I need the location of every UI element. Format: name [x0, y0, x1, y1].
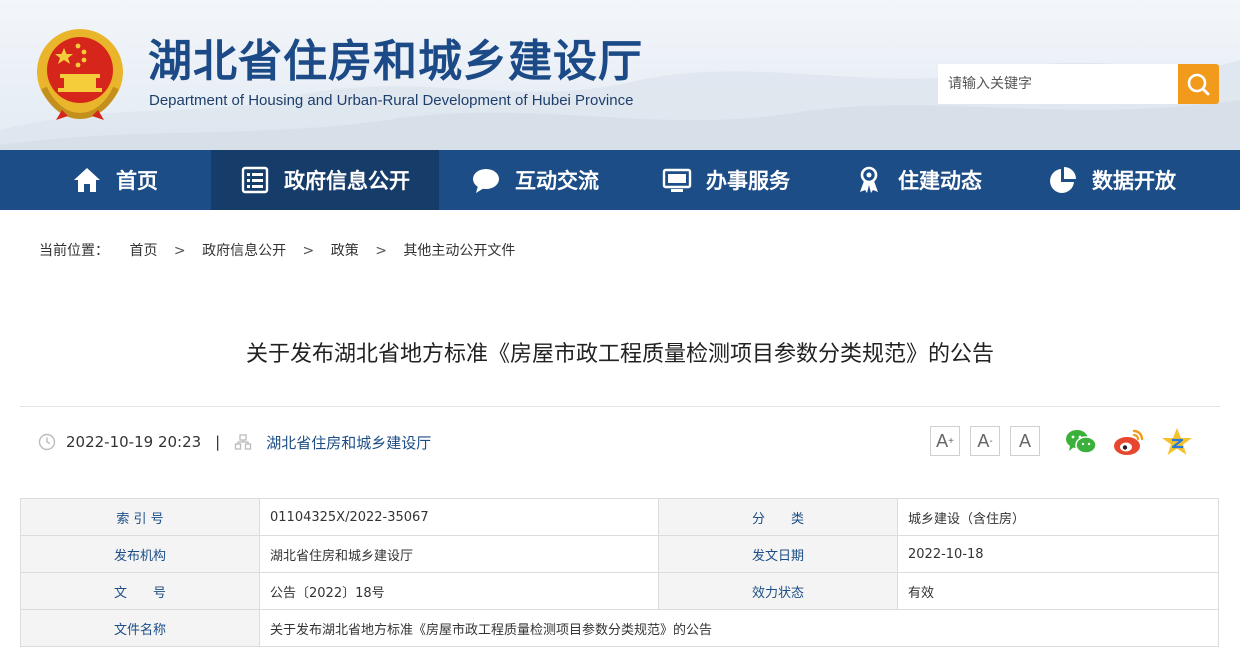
clock-icon [38, 433, 56, 451]
breadcrumb-prefix: 当前位置： [39, 243, 109, 259]
validity-value: 有效 [897, 572, 1219, 610]
pie-chart-icon [1048, 165, 1078, 195]
breadcrumb-separator: > [173, 243, 186, 259]
search-input[interactable] [938, 64, 1178, 104]
weibo-share-button[interactable] [1112, 426, 1144, 458]
main-nav: 首页 政府信息公开 互动交流 办事服务 住建动态 数据开放 [0, 150, 1240, 210]
nav-item-services[interactable]: 办事服务 [630, 150, 822, 210]
validity-label: 效力状态 [658, 572, 898, 610]
site-title: 湖北省住房和城乡建设厅 [148, 36, 643, 87]
file-name-label: 文件名称 [20, 609, 260, 647]
wechat-icon [1066, 430, 1097, 454]
monitor-icon [662, 165, 692, 195]
publisher-value: 湖北省住房和城乡建设厅 [259, 535, 659, 573]
organization-icon [235, 434, 252, 450]
national-emblem-icon [34, 26, 126, 122]
table-row: 文件名称 关于发布湖北省地方标准《房屋市政工程质量检测项目参数分类规范》的公告 [20, 609, 1219, 647]
nav-item-news[interactable]: 住建动态 [822, 150, 1014, 210]
article-title: 关于发布湖北省地方标准《房屋市政工程质量检测项目参数分类规范》的公告 [245, 342, 994, 367]
nav-item-interaction[interactable]: 互动交流 [440, 150, 630, 210]
nav-label: 首页 [116, 169, 158, 193]
index-number-label: 索 引 号 [20, 498, 260, 536]
issue-date-value: 2022-10-18 [897, 535, 1219, 573]
breadcrumb: 当前位置： 首页 > 政府信息公开 > 政策 > 其他主动公开文件 [39, 240, 515, 260]
document-list-icon [240, 165, 270, 195]
breadcrumb-item-other-files[interactable]: 其他主动公开文件 [403, 243, 515, 259]
wechat-share-button[interactable] [1064, 426, 1097, 458]
nav-label: 互动交流 [515, 169, 599, 193]
nav-label: 办事服务 [706, 169, 790, 193]
site-subtitle: Department of Housing and Urban-Rural De… [149, 92, 634, 109]
category-value: 城乡建设（含住房） [897, 498, 1219, 536]
breadcrumb-separator: > [302, 243, 315, 259]
table-row: 发布机构 湖北省住房和城乡建设厅 发文日期 2022-10-18 [20, 535, 1219, 573]
meta-divider: | [215, 433, 221, 451]
nav-label: 住建动态 [898, 169, 982, 193]
search-box [938, 64, 1219, 104]
font-increase-button[interactable]: A + [930, 426, 960, 456]
nav-item-open-data[interactable]: 数据开放 [1014, 150, 1210, 210]
nav-label: 政府信息公开 [284, 169, 410, 193]
category-label: 分 类 [658, 498, 898, 536]
index-number-value: 01104325X/2022-35067 [259, 498, 659, 536]
badge-icon [854, 165, 884, 195]
search-button[interactable] [1178, 64, 1219, 104]
site-header: 湖北省住房和城乡建设厅 Department of Housing and Ur… [0, 0, 1240, 150]
doc-number-value: 公告〔2022〕18号 [259, 572, 659, 610]
search-icon [1187, 73, 1210, 96]
font-decrease-label: A [977, 430, 990, 451]
publish-datetime: 2022-10-19 20:23 [66, 433, 202, 451]
nav-label: 数据开放 [1092, 169, 1176, 193]
breadcrumb-item-home[interactable]: 首页 [129, 243, 157, 259]
document-info-table: 索 引 号 01104325X/2022-35067 分 类 城乡建设（含住房）… [20, 498, 1219, 647]
title-divider [20, 406, 1220, 407]
doc-number-label: 文 号 [20, 572, 260, 610]
breadcrumb-item-policy[interactable]: 政策 [331, 243, 359, 259]
home-icon [72, 165, 102, 195]
font-increase-label: A [936, 430, 949, 451]
breadcrumb-separator: > [375, 243, 387, 259]
weibo-icon [1114, 429, 1144, 455]
article-meta: 2022-10-19 20:23 | 湖北省住房和城乡建设厅 [38, 430, 431, 454]
nav-item-gov-info[interactable]: 政府信息公开 [211, 150, 439, 210]
nav-item-home[interactable]: 首页 [20, 150, 210, 210]
font-decrease-button[interactable]: A- [970, 426, 1000, 456]
font-reset-label: A [1018, 430, 1031, 451]
table-row: 文 号 公告〔2022〕18号 效力状态 有效 [20, 572, 1219, 610]
qzone-share-button[interactable] [1161, 426, 1193, 458]
font-reset-button[interactable]: A [1010, 426, 1040, 456]
publisher-label: 发布机构 [20, 535, 260, 573]
qzone-icon [1162, 428, 1192, 455]
article-source[interactable]: 湖北省住房和城乡建设厅 [266, 432, 431, 453]
issue-date-label: 发文日期 [658, 535, 898, 573]
file-name-value: 关于发布湖北省地方标准《房屋市政工程质量检测项目参数分类规范》的公告 [259, 609, 1219, 647]
chat-bubble-icon [471, 165, 501, 195]
table-row: 索 引 号 01104325X/2022-35067 分 类 城乡建设（含住房） [20, 498, 1219, 536]
breadcrumb-item-gov-info[interactable]: 政府信息公开 [202, 243, 286, 259]
